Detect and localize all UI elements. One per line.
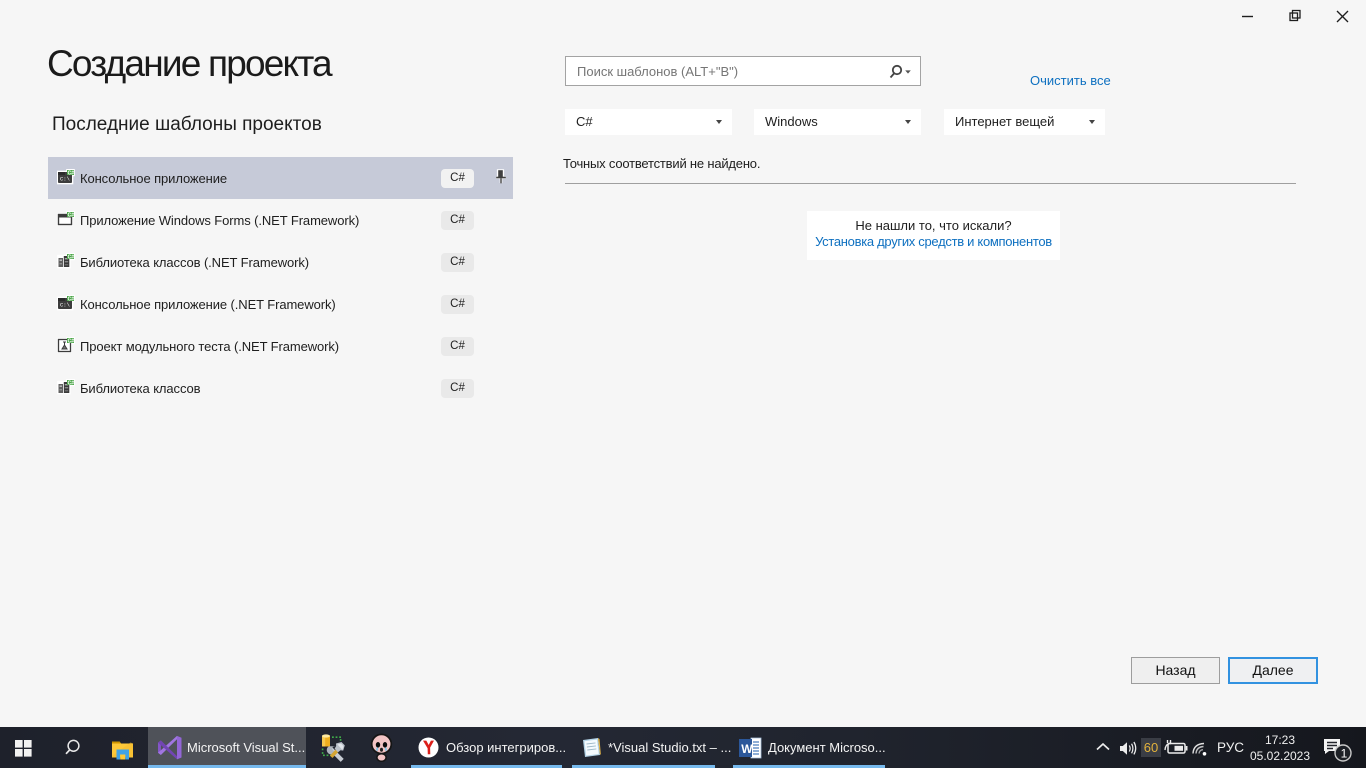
svg-text:1: 1 bbox=[1341, 747, 1348, 761]
svg-text:C#: C# bbox=[68, 213, 75, 219]
svg-text:W: W bbox=[741, 742, 753, 756]
svg-text:C#: C# bbox=[68, 339, 75, 345]
svg-text:C#: C# bbox=[68, 381, 75, 387]
svg-text:C#: C# bbox=[68, 297, 75, 303]
svg-text:C#: C# bbox=[68, 255, 75, 261]
svg-text:C#: C# bbox=[68, 171, 75, 177]
